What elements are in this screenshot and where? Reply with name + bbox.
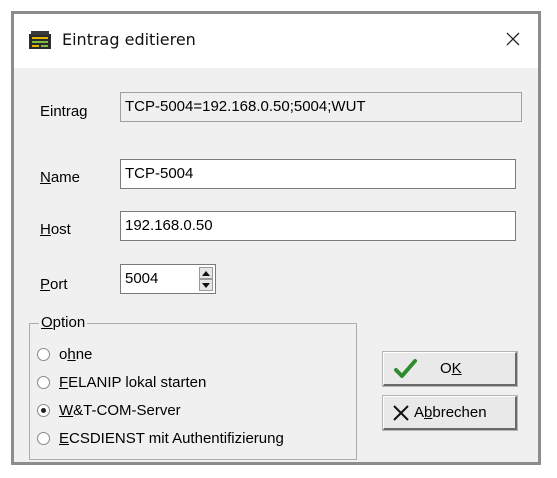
radio-label: ECSDIENST mit Authentifizierung (59, 429, 284, 447)
port-value[interactable]: 5004 (121, 265, 191, 293)
radio-felanip[interactable]: FELANIP lokal starten (37, 372, 206, 392)
spin-up-button[interactable] (199, 267, 213, 279)
host-label: Host (40, 221, 71, 238)
arrow-down-icon (202, 282, 210, 288)
cancel-button[interactable]: Abbrechen (382, 395, 518, 431)
radio-button[interactable] (37, 375, 50, 389)
radio-label: ohne (59, 345, 93, 363)
checkmark-icon (394, 358, 417, 378)
port-label: Port (40, 276, 68, 293)
radio-label: W&T-COM-Server (59, 401, 181, 419)
radio-button[interactable] (37, 431, 50, 445)
radio-ohne[interactable]: ohne (37, 344, 92, 364)
entry-label: Eintrag (40, 103, 88, 120)
radio-label: FELANIP lokal starten (59, 373, 207, 391)
dialog-window: Eintrag editieren Eintrag TCP-5004=192.1… (11, 11, 541, 465)
cancel-label: Abbrechen (414, 404, 487, 421)
ok-button[interactable]: OK (382, 351, 518, 387)
name-label: Name (40, 169, 81, 186)
port-spin-buttons (199, 267, 213, 291)
window-title: Eintrag editieren (62, 30, 196, 49)
name-input[interactable]: TCP-5004 (120, 159, 516, 189)
arrow-up-icon (202, 270, 210, 276)
radio-button[interactable] (37, 347, 50, 361)
radio-ecsdienst[interactable]: ECSDIENST mit Authentifizierung (37, 428, 284, 448)
option-legend: Option (39, 314, 88, 331)
port-stepper[interactable]: 5004 (120, 264, 216, 294)
radio-button-checked[interactable] (37, 403, 50, 417)
entry-field[interactable]: TCP-5004=192.168.0.50;5004;WUT (120, 92, 522, 122)
close-icon (506, 32, 520, 46)
x-icon (393, 404, 409, 421)
radio-wt-com-server[interactable]: W&T-COM-Server (37, 400, 181, 420)
host-value: 192.168.0.50 (125, 217, 213, 234)
ok-label: OK (440, 360, 462, 377)
entry-value: TCP-5004=192.168.0.50;5004;WUT (125, 98, 366, 115)
app-icon (29, 31, 51, 49)
title-bar[interactable]: Eintrag editieren (14, 14, 538, 68)
host-input[interactable]: 192.168.0.50 (120, 211, 516, 241)
name-value: TCP-5004 (125, 165, 194, 182)
spin-down-button[interactable] (199, 279, 213, 291)
close-button[interactable] (498, 24, 528, 54)
